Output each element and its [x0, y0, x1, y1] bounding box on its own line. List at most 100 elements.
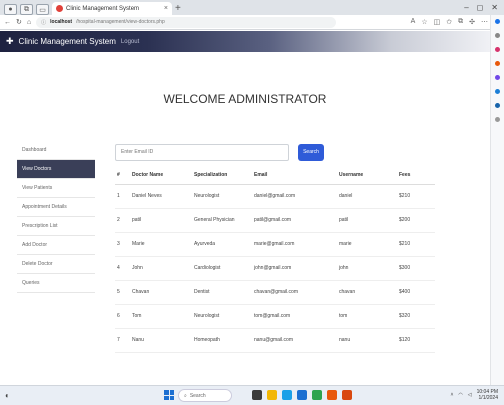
- profile-icon[interactable]: ●: [4, 4, 17, 15]
- table-row: 6 Tom Neurologist tom@gmail.com tom $320: [115, 304, 435, 329]
- app-icon[interactable]: [342, 390, 352, 400]
- col-header-username: Username: [339, 166, 399, 185]
- maximize-button[interactable]: ◻: [477, 1, 484, 15]
- cell-fees: $320: [399, 304, 435, 329]
- tab-favicon-icon: [56, 5, 63, 12]
- task-view-icon[interactable]: [252, 390, 262, 400]
- table-row: 3 Marie Ayurveda marie@gmail.com marie $…: [115, 232, 435, 257]
- page-title: WELCOME ADMINISTRATOR: [163, 92, 327, 106]
- cell-username: tom: [339, 304, 399, 329]
- tab-actions-icon[interactable]: ▭: [36, 4, 49, 15]
- split-screen-icon[interactable]: ◫: [434, 18, 441, 26]
- taskbar-search-label: Search: [189, 392, 206, 399]
- favorite-star-icon[interactable]: ☆: [421, 18, 427, 26]
- address-toolbar: ← ↻ ⌂ ⓘ localhost /hospital-management/v…: [0, 15, 504, 30]
- cell-specialization: General Physician: [194, 208, 254, 233]
- cell-doctor-name: Nanu: [132, 328, 194, 353]
- cell-email: john@gmail.com: [254, 256, 339, 281]
- cell-email: tom@gmail.com: [254, 304, 339, 329]
- sidebar-nav: Dashboard View Doctors View Patients App…: [17, 141, 95, 293]
- cell-doctor-name: Daniel Neves: [132, 184, 194, 209]
- browser-tabstrip: ● ⧉ ▭ Clinic Management System × + – ◻ ✕: [0, 0, 504, 15]
- extensions-icon[interactable]: ✣: [469, 18, 475, 26]
- cell-fees: $300: [399, 256, 435, 281]
- start-icon-tile: [164, 395, 169, 400]
- new-tab-icon[interactable]: +: [175, 2, 181, 15]
- outlook-icon[interactable]: [495, 103, 500, 108]
- read-aloud-icon[interactable]: A: [411, 18, 416, 26]
- copilot-icon[interactable]: [495, 19, 500, 24]
- collections-icon[interactable]: ⧉: [458, 18, 463, 26]
- chevron-up-icon[interactable]: ˄: [450, 392, 453, 398]
- table-row: 2 patil General Physician patil@gmail.co…: [115, 208, 435, 233]
- table-row: 7 Nanu Homeopath nanu@gmail.com nanu $12…: [115, 328, 435, 353]
- cell-specialization: Homeopath: [194, 328, 254, 353]
- sidebar-item-view-doctors[interactable]: View Doctors: [17, 160, 95, 179]
- start-icon-tile: [164, 390, 169, 395]
- sidebar-item-appointment-details[interactable]: Appointment Details: [17, 198, 95, 217]
- sidebar-item-delete-doctor[interactable]: Delete Doctor: [17, 255, 95, 274]
- logout-link[interactable]: Logout: [121, 39, 139, 45]
- refresh-icon[interactable]: ↻: [16, 18, 22, 26]
- sidebar-item-dashboard[interactable]: Dashboard: [17, 141, 95, 160]
- search-button[interactable]: Search: [298, 143, 324, 161]
- back-icon[interactable]: ←: [4, 19, 11, 26]
- edge-icon[interactable]: [282, 390, 292, 400]
- cell-specialization: Ayurveda: [194, 232, 254, 257]
- add-sidebar-icon[interactable]: [495, 117, 500, 122]
- sidebar-item-add-doctor[interactable]: Add Doctor: [17, 236, 95, 255]
- url-bar[interactable]: ⓘ localhost /hospital-management/view-do…: [36, 16, 337, 28]
- clinic-icon: ✚: [6, 36, 14, 46]
- more-menu-icon[interactable]: ⋯: [481, 18, 488, 26]
- table-row: 5 Chavan Dentist chavan@gmail.com chavan…: [115, 280, 435, 305]
- sidebar-item-prescription-list[interactable]: Prescription List: [17, 217, 95, 236]
- taskbar: ◐ ⌕ Search ˄ ◠ ◁ 10:04 PM 1/1/2024: [0, 385, 504, 405]
- wifi-icon[interactable]: ◠: [458, 392, 462, 398]
- table-header-row: # Doctor Name Specialization Email Usern…: [115, 166, 435, 185]
- app-icon[interactable]: [327, 390, 337, 400]
- cell-username: nanu: [339, 328, 399, 353]
- cell-username: marie: [339, 232, 399, 257]
- tab-close-icon[interactable]: ×: [164, 5, 168, 12]
- taskbar-search[interactable]: ⌕ Search: [178, 389, 232, 402]
- volume-icon[interactable]: ◁: [468, 392, 472, 398]
- cell-username: chavan: [339, 280, 399, 305]
- browser-toolbar-icons: A ☆ ◫ ✩ ⧉ ✣ ⋯: [411, 18, 500, 26]
- store-icon[interactable]: [297, 390, 307, 400]
- app-brand[interactable]: Clinic Management System: [19, 37, 116, 46]
- cell-fees: $400: [399, 280, 435, 305]
- search-row: Search: [115, 142, 435, 162]
- cell-email: chavan@gmail.com: [254, 280, 339, 305]
- games-icon[interactable]: [495, 75, 500, 80]
- cell-fees: $120: [399, 328, 435, 353]
- close-button[interactable]: ✕: [491, 1, 498, 15]
- email-search-input[interactable]: [115, 143, 289, 161]
- search-icon[interactable]: [495, 33, 500, 38]
- edge-sidebar: [490, 15, 504, 385]
- office-icon[interactable]: [495, 89, 500, 94]
- widgets-icon[interactable]: ◐: [5, 391, 10, 400]
- sidebar-item-queries[interactable]: Queries: [17, 274, 95, 293]
- browser-tab[interactable]: Clinic Management System ×: [52, 2, 172, 15]
- info-icon: ⓘ: [41, 19, 47, 26]
- app-icon[interactable]: [312, 390, 322, 400]
- shopping-icon[interactable]: [495, 47, 500, 52]
- cell-index: 4: [115, 256, 132, 281]
- home-icon[interactable]: ⌂: [27, 19, 31, 26]
- tools-icon[interactable]: [495, 61, 500, 66]
- workspaces-icon[interactable]: ⧉: [20, 4, 33, 15]
- favorites-icon[interactable]: ✩: [446, 18, 452, 26]
- minimize-button[interactable]: –: [464, 1, 468, 15]
- url-host: localhost: [50, 19, 73, 25]
- col-header-fees: Fees: [399, 166, 435, 185]
- col-header-doctor-name: Doctor Name: [132, 166, 194, 185]
- doctors-table: # Doctor Name Specialization Email Usern…: [115, 166, 435, 353]
- cell-doctor-name: John: [132, 256, 194, 281]
- clock[interactable]: 10:04 PM 1/1/2024: [477, 389, 498, 401]
- cell-doctor-name: Chavan: [132, 280, 194, 305]
- col-header-specialization: Specialization: [194, 166, 254, 185]
- sidebar-item-view-patients[interactable]: View Patients: [17, 179, 95, 198]
- file-explorer-icon[interactable]: [267, 390, 277, 400]
- cell-email: daniel@gmail.com: [254, 184, 339, 209]
- start-button[interactable]: [164, 390, 174, 400]
